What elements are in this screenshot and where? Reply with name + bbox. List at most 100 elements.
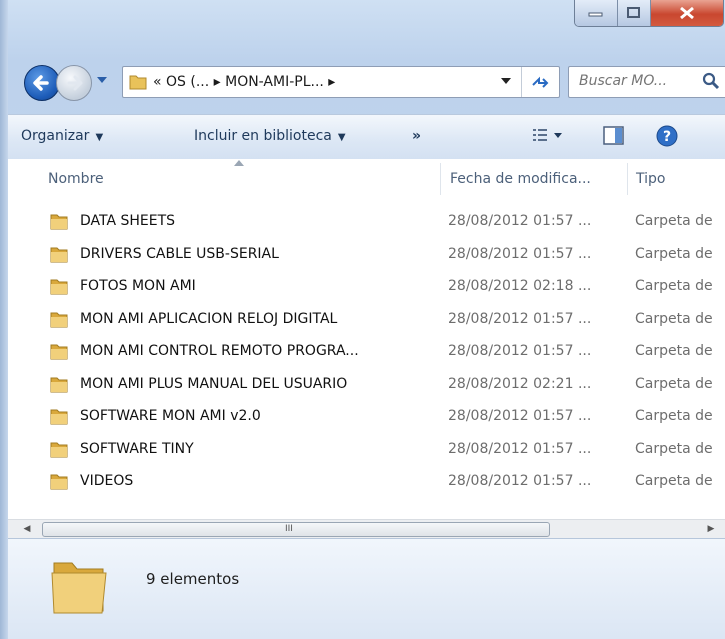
file-type: Carpeta de (635, 473, 713, 489)
file-date: 28/08/2012 01:57 ... (448, 408, 592, 424)
file-date: 28/08/2012 01:57 ... (448, 440, 592, 457)
file-name: SOFTWARE TINY (80, 440, 194, 457)
help-button[interactable]: ? (656, 125, 678, 151)
file-list-item[interactable]: VIDEOS 28/08/2012 01:57 ... Carpeta de (8, 465, 725, 497)
item-count: 9 elementos (146, 570, 240, 588)
horizontal-scrollbar[interactable]: ◀ III ▶ (8, 519, 725, 538)
back-arrow-icon (33, 75, 49, 91)
file-list-item[interactable]: MON AMI PLUS MANUAL DEL USUARIO 28/08/201… (8, 368, 725, 400)
file-type: Carpeta de (635, 245, 713, 262)
more-commands-button[interactable]: » (412, 128, 421, 144)
sort-ascending-icon (234, 160, 244, 166)
file-date: 28/08/2012 01:57 ... (448, 473, 592, 489)
scroll-right-button[interactable]: ▶ (702, 520, 720, 538)
refresh-button[interactable] (521, 67, 558, 97)
file-list-item[interactable]: SOFTWARE TINY 28/08/2012 01:57 ... Carpeta… (8, 433, 725, 465)
search-box[interactable] (568, 66, 725, 98)
include-library-menu[interactable]: Incluir en biblioteca ▼ (194, 128, 346, 144)
file-type: Carpeta de (635, 310, 713, 327)
file-name: SOFTWARE MON AMI v2.0 (80, 408, 261, 424)
search-icon[interactable] (702, 72, 720, 90)
file-list-item[interactable]: MON AMI CONTROL REMOTO PROGRA... 28/08/20… (8, 335, 725, 367)
column-header-date[interactable]: Fecha de modifica... (450, 171, 591, 187)
close-icon (680, 6, 694, 20)
folder-icon (50, 377, 68, 392)
preview-pane-button[interactable] (603, 126, 625, 150)
file-date: 28/08/2012 02:21 ... (448, 375, 592, 392)
file-date: 28/08/2012 01:57 ... (448, 213, 592, 229)
preview-pane-icon (603, 126, 624, 145)
scroll-thumb[interactable]: III (42, 522, 550, 537)
organize-label: Organizar (21, 128, 90, 144)
folder-icon (50, 247, 68, 262)
folder-icon (50, 442, 68, 457)
folder-icon (50, 409, 68, 425)
view-list-icon (533, 129, 562, 141)
caption-buttons (574, 0, 724, 27)
file-date: 28/08/2012 01:57 ... (448, 310, 592, 327)
scroll-left-button[interactable]: ◀ (18, 520, 36, 538)
file-type: Carpeta de (635, 213, 713, 229)
column-header-name[interactable]: Nombre (48, 171, 104, 187)
file-name: MON AMI CONTROL REMOTO PROGRA... (80, 343, 359, 359)
address-path: « OS (... ▸ MON-AMI-PL... ▸ (153, 74, 336, 90)
folder-icon (50, 279, 68, 295)
minimize-icon (588, 12, 603, 17)
folder-icon (50, 312, 68, 327)
chevron-down-icon: ▼ (95, 132, 104, 143)
chevron-down-icon (501, 78, 511, 84)
file-list-item[interactable]: DATA SHEETS 28/08/2012 01:57 ... Carpeta d… (8, 205, 725, 237)
explorer-window: « OS (... ▸ MON-AMI-PL... ▸ Organizar ▼ I… (0, 0, 725, 639)
folder-icon (129, 75, 147, 90)
chevron-down-icon (97, 77, 107, 83)
forward-arrow-icon (67, 75, 83, 91)
file-date: 28/08/2012 01:57 ... (448, 245, 592, 262)
file-name: VIDEOS (80, 473, 134, 489)
forward-button[interactable] (56, 65, 92, 101)
file-type: Carpeta de (635, 278, 713, 294)
file-type: Carpeta de (635, 375, 713, 392)
search-input[interactable] (577, 72, 701, 90)
navigation-bar: « OS (... ▸ MON-AMI-PL... ▸ (14, 62, 725, 102)
file-list-item[interactable]: SOFTWARE MON AMI v2.0 28/08/2012 01:57 ..… (8, 400, 725, 432)
refresh-icon (532, 76, 549, 88)
file-name: MON AMI APLICACION RELOJ DIGITAL (80, 310, 338, 327)
scroll-grip: III (285, 524, 293, 534)
include-library-label: Incluir en biblioteca (194, 128, 332, 144)
help-icon: ? (656, 125, 678, 147)
file-type: Carpeta de (635, 408, 713, 424)
file-name: FOTOS MON AMI (80, 278, 196, 294)
chevron-down-icon: ▼ (337, 132, 346, 143)
file-name: DATA SHEETS (80, 213, 176, 229)
file-type: Carpeta de (635, 440, 713, 457)
column-divider[interactable] (440, 163, 441, 195)
file-date: 28/08/2012 01:57 ... (448, 343, 592, 359)
column-header-row: Nombre Fecha de modifica... Tipo (8, 159, 725, 199)
recent-pages-dropdown[interactable] (96, 75, 108, 88)
folder-large-icon (51, 562, 107, 614)
file-type: Carpeta de (635, 343, 713, 359)
file-list-item[interactable]: DRIVERS CABLE USB-SERIAL 28/08/2012 01:57… (8, 238, 725, 270)
address-history-dropdown[interactable] (501, 74, 511, 88)
window-left-frame (0, 0, 8, 639)
file-list-item[interactable]: FOTOS MON AMI 28/08/2012 02:18 ... Carpeta… (8, 270, 725, 302)
file-name: DRIVERS CABLE USB-SERIAL (80, 245, 279, 262)
minimize-button[interactable] (575, 0, 618, 26)
column-header-type[interactable]: Tipo (636, 171, 665, 187)
svg-text:?: ? (663, 129, 671, 145)
back-button[interactable] (24, 65, 60, 101)
file-date: 28/08/2012 02:18 ... (448, 278, 592, 294)
folder-icon (50, 474, 68, 490)
organize-menu[interactable]: Organizar ▼ (21, 128, 103, 144)
maximize-icon (627, 7, 640, 18)
file-list-item[interactable]: MON AMI APLICACION RELOJ DIGITAL 28/08/20… (8, 303, 725, 335)
file-list-pane: Nombre Fecha de modifica... Tipo DATA SH… (8, 159, 725, 537)
change-view-button[interactable] (532, 127, 566, 147)
maximize-button[interactable] (618, 0, 651, 26)
folder-icon (50, 214, 68, 230)
column-divider[interactable] (627, 163, 628, 195)
file-name: MON AMI PLUS MANUAL DEL USUARIO (80, 375, 348, 392)
address-bar[interactable]: « OS (... ▸ MON-AMI-PL... ▸ (122, 66, 560, 98)
details-pane: 9 elementos (8, 538, 725, 639)
close-button[interactable] (651, 0, 723, 26)
